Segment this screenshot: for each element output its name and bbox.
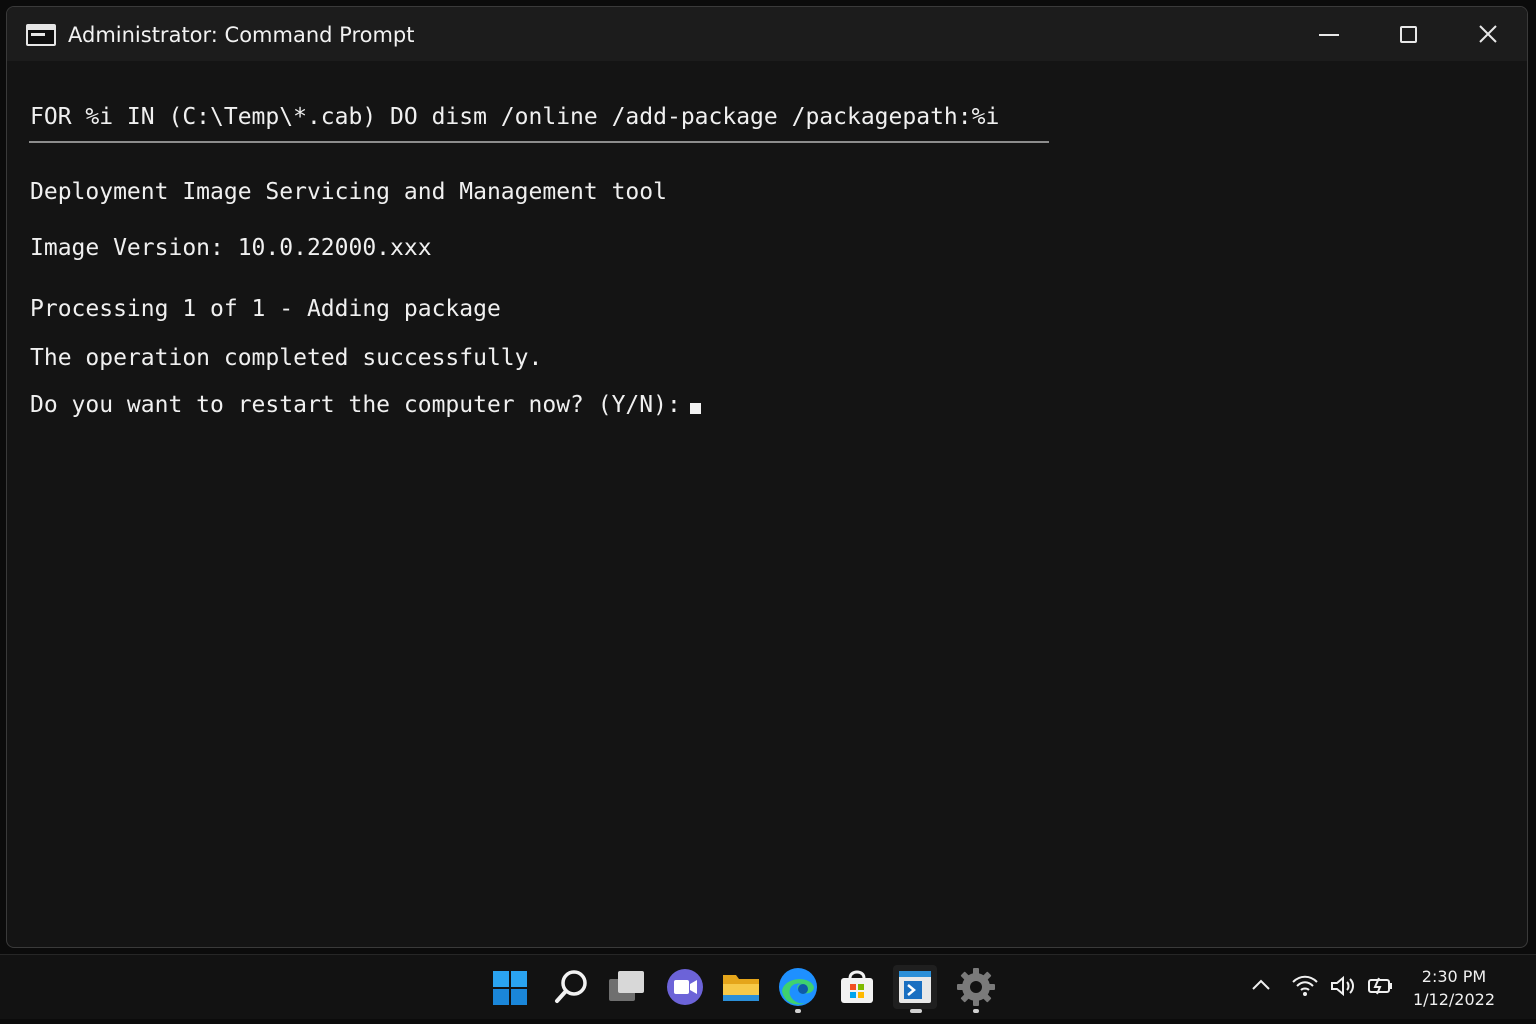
- wifi-icon: [1292, 975, 1318, 996]
- command-prompt-icon: [26, 24, 56, 46]
- window-title: Administrator: Command Prompt: [68, 23, 415, 47]
- text-cursor: [689, 403, 701, 414]
- output-line-tool: Deployment Image Servicing and Managemen…: [30, 179, 667, 205]
- prompt-line[interactable]: Do you want to restart the computer now?…: [30, 391, 701, 419]
- chat-button[interactable]: [663, 965, 707, 1009]
- settings-running-indicator: [973, 1009, 979, 1013]
- command-underline: [29, 141, 1049, 143]
- close-icon: [1479, 25, 1497, 43]
- minimize-button[interactable]: [1289, 7, 1369, 61]
- taskbar: 2:30 PM 1/12/2022: [0, 954, 1536, 1019]
- terminal-icon: [899, 971, 931, 1003]
- file-explorer-button[interactable]: [719, 965, 763, 1009]
- store-button[interactable]: [835, 965, 879, 1009]
- video-chat-icon: [667, 969, 703, 1005]
- clock-time: 2:30 PM: [1421, 967, 1487, 986]
- output-line-processing: Processing 1 of 1 - Adding package: [30, 296, 501, 322]
- network-button[interactable]: [1291, 973, 1319, 1001]
- search-button[interactable]: [549, 965, 593, 1009]
- edge-button[interactable]: [776, 965, 820, 1009]
- start-button[interactable]: [489, 965, 533, 1009]
- chevron-up-icon: [1252, 979, 1270, 990]
- gear-icon: [957, 968, 995, 1006]
- clock-date: 1/12/2022: [1412, 990, 1496, 1009]
- battery-icon: [1368, 977, 1392, 995]
- minimize-icon: [1319, 34, 1339, 36]
- search-icon: [555, 970, 587, 1003]
- edge-running-indicator: [795, 1009, 801, 1013]
- settings-button[interactable]: [954, 965, 998, 1009]
- store-bag-icon: [841, 970, 873, 1003]
- maximize-button[interactable]: [1369, 7, 1449, 61]
- task-view-icon: [609, 971, 644, 1001]
- edge-browser-icon: [779, 968, 817, 1006]
- clock[interactable]: 2:30 PM 1/12/2022: [1408, 965, 1500, 1011]
- terminal-button[interactable]: [893, 965, 937, 1009]
- title-bar[interactable]: Administrator: Command Prompt: [7, 7, 1527, 61]
- console-output[interactable]: FOR %i IN (C:\Temp\*.cab) DO dism /onlin…: [7, 61, 1527, 947]
- output-line-version: Image Version: 10.0.22000.xxx: [30, 235, 432, 261]
- show-hidden-icons-button[interactable]: [1251, 975, 1271, 999]
- terminal-active-indicator: [910, 1009, 922, 1013]
- restart-prompt: Do you want to restart the computer now?…: [30, 392, 681, 418]
- output-line-success: The operation completed successfully.: [30, 345, 543, 371]
- windows-logo-icon: [493, 971, 527, 1005]
- battery-button[interactable]: [1366, 974, 1394, 1002]
- folder-icon: [723, 975, 759, 1001]
- close-button[interactable]: [1449, 7, 1527, 61]
- speaker-icon: [1331, 975, 1354, 997]
- command-line: FOR %i IN (C:\Temp\*.cab) DO dism /onlin…: [30, 104, 1000, 130]
- command-prompt-window: Administrator: Command Prompt FOR %i IN …: [6, 6, 1528, 948]
- volume-button[interactable]: [1329, 974, 1357, 1002]
- maximize-icon: [1400, 26, 1417, 43]
- task-view-button[interactable]: [605, 965, 649, 1009]
